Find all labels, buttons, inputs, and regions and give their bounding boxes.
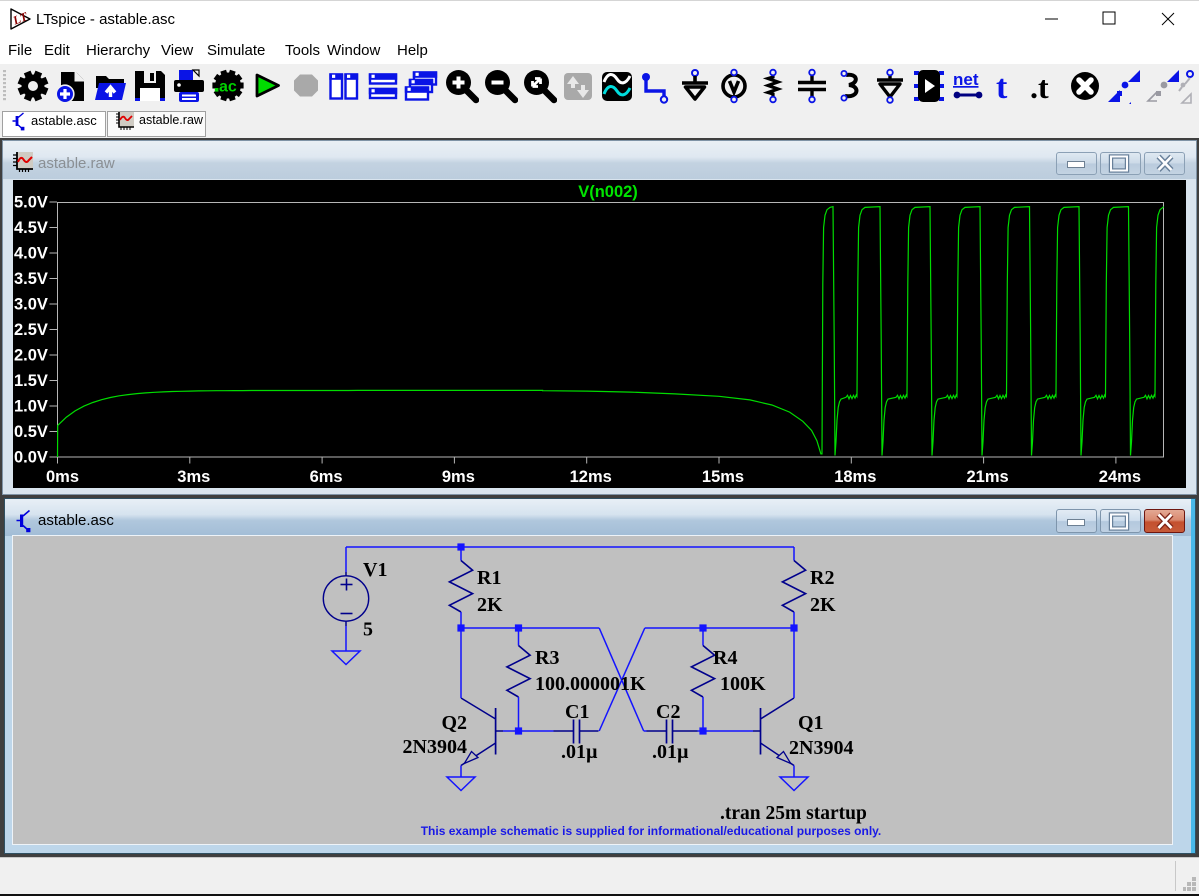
svg-text:R3: R3 bbox=[535, 647, 559, 669]
svg-text:.tran 25m startup: .tran 25m startup bbox=[720, 803, 867, 824]
svg-text:5.0V: 5.0V bbox=[14, 194, 48, 212]
svg-text:R1: R1 bbox=[477, 567, 501, 589]
svg-text:2K: 2K bbox=[477, 594, 503, 616]
svg-text:2K: 2K bbox=[810, 594, 836, 616]
svg-text:15ms: 15ms bbox=[702, 468, 744, 486]
svg-text:R2: R2 bbox=[810, 567, 834, 589]
svg-text:2.5V: 2.5V bbox=[14, 321, 48, 339]
svg-text:100.000001K: 100.000001K bbox=[535, 673, 646, 695]
svg-text:6ms: 6ms bbox=[310, 468, 343, 486]
svg-text:2N3904: 2N3904 bbox=[403, 736, 467, 758]
svg-text:2N3904: 2N3904 bbox=[789, 737, 853, 759]
svg-text:4.5V: 4.5V bbox=[14, 219, 48, 237]
svg-text:.ac: .ac bbox=[215, 79, 237, 96]
svg-text:R4: R4 bbox=[713, 647, 737, 669]
svg-text:21ms: 21ms bbox=[966, 468, 1008, 486]
svg-text:5: 5 bbox=[363, 619, 373, 641]
svg-text:t: t bbox=[996, 69, 1008, 104]
svg-text:18ms: 18ms bbox=[834, 468, 876, 486]
svg-text:V1: V1 bbox=[363, 559, 387, 581]
svg-text:C1: C1 bbox=[565, 701, 589, 723]
svg-text:1.5V: 1.5V bbox=[14, 372, 48, 390]
svg-text:2.0V: 2.0V bbox=[14, 347, 48, 365]
svg-text:Q1: Q1 bbox=[798, 712, 824, 734]
svg-text:V(n002): V(n002) bbox=[578, 183, 638, 201]
svg-text:0.0V: 0.0V bbox=[14, 449, 48, 467]
svg-text:24ms: 24ms bbox=[1099, 468, 1141, 486]
svg-text:9ms: 9ms bbox=[442, 468, 475, 486]
svg-text:Q2: Q2 bbox=[441, 712, 467, 734]
svg-text:net: net bbox=[953, 70, 979, 89]
svg-text:0ms: 0ms bbox=[46, 468, 79, 486]
svg-text:3ms: 3ms bbox=[177, 468, 210, 486]
svg-text:3.0V: 3.0V bbox=[14, 296, 48, 314]
svg-text:0.5V: 0.5V bbox=[14, 423, 48, 441]
svg-text:4.0V: 4.0V bbox=[14, 245, 48, 263]
svg-text:.01µ: .01µ bbox=[652, 741, 689, 763]
svg-text:12ms: 12ms bbox=[570, 468, 612, 486]
svg-text:100K: 100K bbox=[720, 673, 766, 695]
svg-text:C2: C2 bbox=[656, 701, 680, 723]
svg-text:3.5V: 3.5V bbox=[14, 270, 48, 288]
svg-text:This example schematic is supp: This example schematic is supplied for i… bbox=[421, 824, 882, 838]
svg-text:.t: .t bbox=[1030, 69, 1049, 104]
svg-text:1.0V: 1.0V bbox=[14, 398, 48, 416]
svg-text:.01µ: .01µ bbox=[561, 741, 598, 763]
